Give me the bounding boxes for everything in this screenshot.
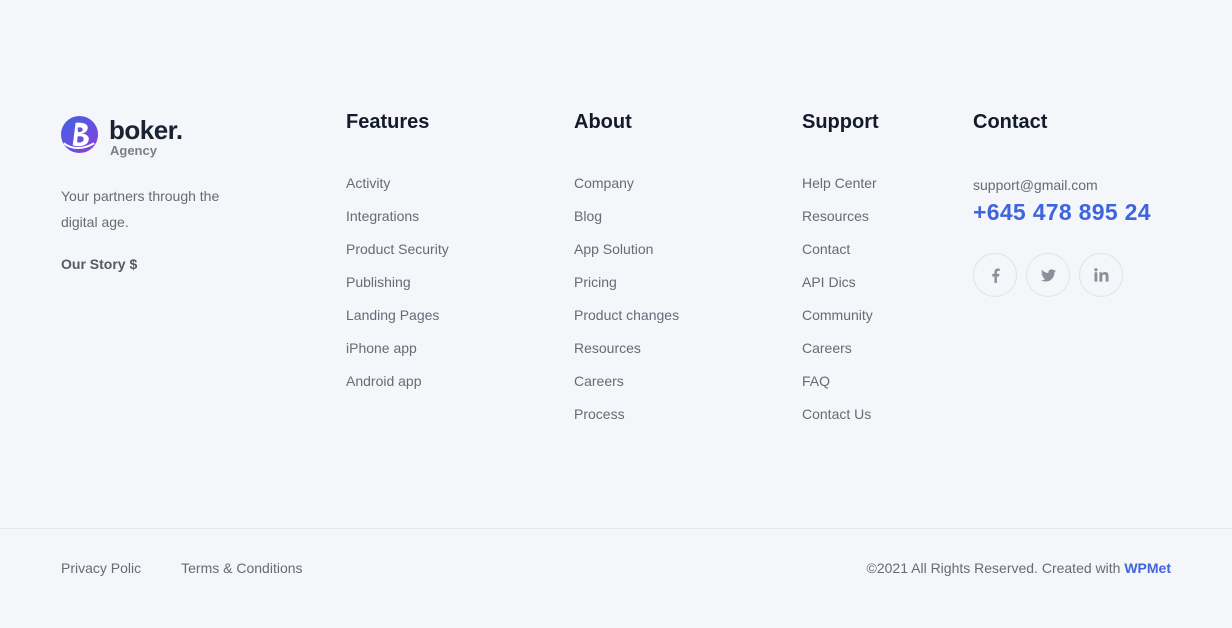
menu-item[interactable]: Resources [802, 207, 879, 226]
twitter-button[interactable] [1026, 253, 1070, 297]
support-heading: Support [802, 111, 879, 133]
menu-item[interactable]: Pricing [574, 273, 679, 292]
boker-logo-icon [61, 115, 99, 154]
legal-links: Privacy Polic Terms & Conditions [61, 560, 303, 576]
linkedin-button[interactable] [1079, 253, 1123, 297]
menu-item[interactable]: Process [574, 405, 679, 424]
menu-item[interactable]: Product Security [346, 240, 449, 259]
copyright-text: ©2021 All Rights Reserved. Created with [866, 560, 1125, 576]
menu-item[interactable]: App Solution [574, 240, 679, 259]
menu-item[interactable]: Publishing [346, 273, 449, 292]
menu-item[interactable]: Activity [346, 174, 449, 193]
menu-item[interactable]: Careers [802, 339, 879, 358]
wpmet-link[interactable]: WPMet [1124, 560, 1171, 576]
copyright-notice: ©2021 All Rights Reserved. Created with … [867, 560, 1171, 576]
menu-item[interactable]: Product changes [574, 306, 679, 325]
contact-heading: Contact [973, 111, 1048, 133]
terms-link[interactable]: Terms & Conditions [181, 560, 302, 576]
menu-item[interactable]: Blog [574, 207, 679, 226]
menu-item[interactable]: FAQ [802, 372, 879, 391]
features-menu: Activity Integrations Product Security P… [346, 174, 449, 391]
brand-name: boker. [109, 115, 183, 145]
brand-logo[interactable]: boker. Agency [61, 114, 291, 157]
menu-item[interactable]: Landing Pages [346, 306, 449, 325]
menu-item[interactable]: Company [574, 174, 679, 193]
brand-subtitle: Agency [110, 143, 157, 158]
menu-item[interactable]: Contact Us [802, 405, 879, 424]
menu-item[interactable]: Contact [802, 240, 879, 259]
support-menu: Help Center Resources Contact API Dics C… [802, 174, 879, 424]
brand-tagline: Your partners through the digital age. [61, 188, 220, 230]
menu-item[interactable]: iPhone app [346, 339, 449, 358]
contact-column: Contact support@gmail.com +645 478 895 2… [973, 110, 1213, 297]
facebook-button[interactable] [973, 253, 1017, 297]
features-heading: Features [346, 111, 430, 133]
menu-item[interactable]: Resources [574, 339, 679, 358]
about-column: About Company Blog App Solution Pricing … [574, 110, 679, 438]
brand-column: boker. Agency Your partners through the … [61, 114, 291, 274]
footer-divider [0, 528, 1232, 529]
social-links [973, 253, 1213, 297]
menu-item[interactable]: Integrations [346, 207, 449, 226]
our-story-link[interactable]: Our Story $ [61, 256, 137, 272]
facebook-icon [991, 267, 1000, 283]
menu-item[interactable]: Android app [346, 372, 449, 391]
menu-item[interactable]: Careers [574, 372, 679, 391]
features-column: Features Activity Integrations Product S… [346, 110, 449, 405]
site-footer: boker. Agency Your partners through the … [0, 0, 1232, 628]
privacy-policy-link[interactable]: Privacy Polic [61, 560, 141, 576]
contact-phone[interactable]: +645 478 895 24 [973, 199, 1213, 226]
menu-item[interactable]: Community [802, 306, 879, 325]
about-menu: Company Blog App Solution Pricing Produc… [574, 174, 679, 424]
twitter-icon [1040, 268, 1056, 281]
about-heading: About [574, 111, 632, 133]
support-column: Support Help Center Resources Contact AP… [802, 110, 879, 438]
logo-wordmark: boker. Agency [109, 116, 183, 157]
menu-item[interactable]: API Dics [802, 273, 879, 292]
menu-item[interactable]: Help Center [802, 174, 879, 193]
linkedin-icon [1093, 268, 1108, 282]
contact-email[interactable]: support@gmail.com [973, 177, 1213, 193]
